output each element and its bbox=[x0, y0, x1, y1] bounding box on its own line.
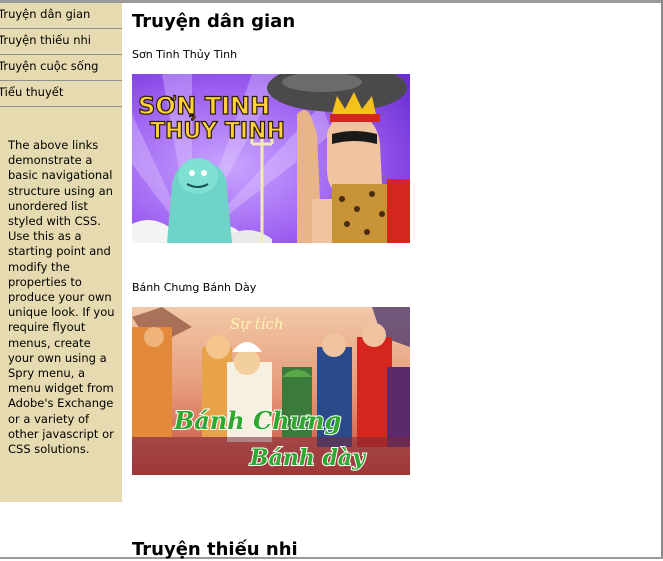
nav-item-truyen-thieu-nhi[interactable]: Truyện thiếu nhi bbox=[0, 29, 122, 55]
nav-item-label: Truyện cuộc sống bbox=[0, 59, 99, 73]
banner-text-banh-day: Bánh dày bbox=[249, 445, 367, 471]
story-caption-son-tinh: Sơn Tinh Thủy Tinh bbox=[132, 48, 238, 61]
section-heading-thieu-nhi: Truyện thiếu nhi bbox=[132, 539, 298, 560]
banner-text-banh-chung: Bánh Chưng bbox=[173, 406, 341, 435]
banner-text-son-tinh: SƠN TINH bbox=[138, 92, 270, 120]
story-image-son-tinh[interactable]: SƠN TINH THỦY TINH bbox=[132, 74, 410, 243]
banh-chung-illustration: Sự tích Bánh Chưng Bánh dày bbox=[132, 307, 410, 475]
story-image-banh-chung[interactable]: Sự tích Bánh Chưng Bánh dày bbox=[132, 307, 410, 475]
nav-item-truyen-dan-gian[interactable]: Truyện dân gian bbox=[0, 3, 122, 29]
banner-text-thuy-tinh: THỦY TINH bbox=[150, 116, 285, 144]
banner-text-su-tich: Sự tích bbox=[230, 315, 284, 333]
section-heading-dan-gian: Truyện dân gian bbox=[132, 11, 296, 32]
nav-item-label: Truyện thiếu nhi bbox=[0, 33, 91, 47]
nav-item-tieu-thuyet[interactable]: Tiểu thuyết bbox=[0, 81, 122, 107]
nav-list: Truyện dân gian Truyện thiếu nhi Truyện … bbox=[0, 3, 122, 107]
son-tinh-illustration: SƠN TINH THỦY TINH bbox=[132, 74, 410, 243]
sidebar: Truyện dân gian Truyện thiếu nhi Truyện … bbox=[0, 3, 122, 502]
nav-item-label: Truyện dân gian bbox=[0, 7, 91, 21]
nav-item-label: Tiểu thuyết bbox=[0, 85, 64, 99]
story-caption-banh-chung: Bánh Chưng Bánh Dày bbox=[132, 281, 257, 294]
sidebar-description: The above links demonstrate a basic navi… bbox=[8, 138, 115, 457]
nav-item-truyen-cuoc-song[interactable]: Truyện cuộc sống bbox=[0, 55, 122, 81]
